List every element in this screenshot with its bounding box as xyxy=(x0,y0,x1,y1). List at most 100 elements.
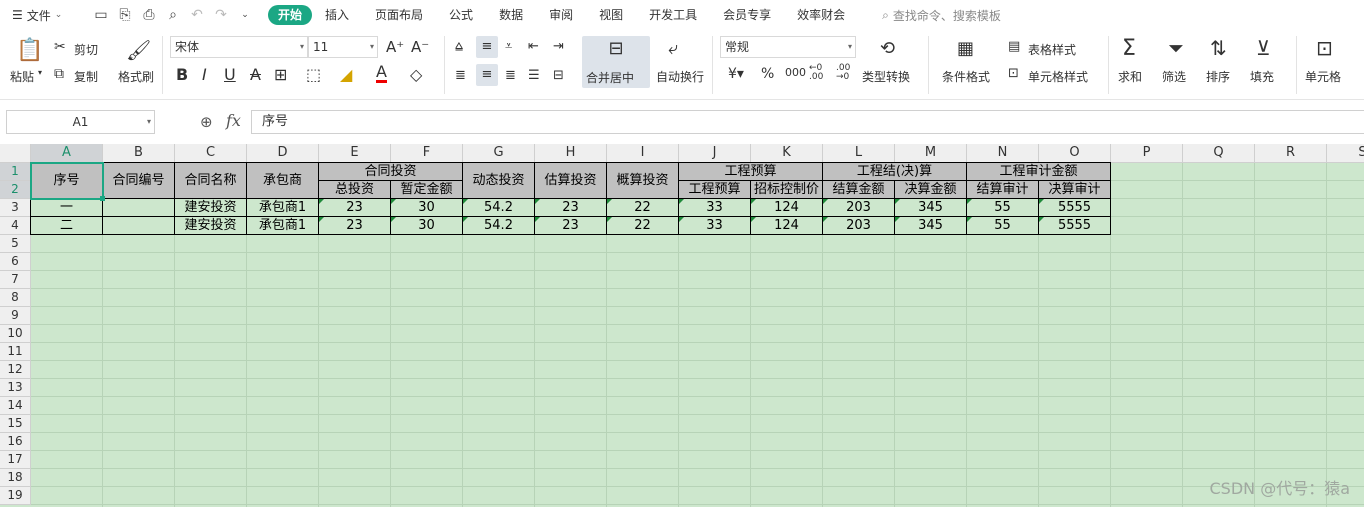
sort-button[interactable]: 排序 xyxy=(1206,68,1230,85)
cell-m4[interactable]: 345 xyxy=(895,217,967,235)
cells-button[interactable]: 单元格 xyxy=(1305,68,1341,85)
cell-i3[interactable]: 22 xyxy=(607,199,679,217)
cell-style-button[interactable]: 单元格样式 xyxy=(1028,68,1088,85)
cell-m2-final-amt-header[interactable]: 决算金额 xyxy=(895,181,967,199)
strikethrough-icon[interactable]: A xyxy=(250,65,261,84)
cell-h1-estimate-header[interactable]: 估算投资 xyxy=(535,163,607,199)
row-header-5[interactable]: 5 xyxy=(0,235,31,253)
bold-icon[interactable]: B xyxy=(176,65,188,84)
cell-b1-contract-no-header[interactable]: 合同编号 xyxy=(103,163,175,199)
cell-j4[interactable]: 33 xyxy=(679,217,751,235)
distributed-icon[interactable]: ⊟ xyxy=(553,68,564,83)
row-header-11[interactable]: 11 xyxy=(0,343,31,361)
cell-c1-contract-name-header[interactable]: 合同名称 xyxy=(175,163,247,199)
undo-icon[interactable]: ↶ xyxy=(188,6,206,24)
print-icon[interactable]: ⎙ xyxy=(140,6,158,24)
column-header-m[interactable]: M xyxy=(895,144,967,163)
file-menu[interactable]: ☰ 文件 ⌄ xyxy=(0,7,84,24)
cell-h4[interactable]: 23 xyxy=(535,217,607,235)
cell-n1-audit-header[interactable]: 工程审计金额 xyxy=(967,163,1111,181)
cell-g1-dynamic-header[interactable]: 动态投资 xyxy=(463,163,535,199)
row-header-12[interactable]: 12 xyxy=(0,361,31,379)
justify-icon[interactable]: ☰ xyxy=(528,68,540,83)
row-header-6[interactable]: 6 xyxy=(0,253,31,271)
italic-icon[interactable]: I xyxy=(202,65,207,84)
cell-o4[interactable]: 5555 xyxy=(1039,217,1111,235)
paste-dropdown-icon[interactable]: ▾ xyxy=(38,68,42,77)
font-size-select[interactable]: 11 ▾ xyxy=(308,36,378,58)
currency-icon[interactable]: ¥▾ xyxy=(728,66,744,82)
row-header-18[interactable]: 18 xyxy=(0,469,31,487)
cell-k4[interactable]: 124 xyxy=(751,217,823,235)
column-header-o[interactable]: O xyxy=(1039,144,1111,163)
zoom-icon[interactable]: ⊕ xyxy=(200,113,213,131)
column-header-r[interactable]: R xyxy=(1255,144,1327,163)
column-header-h[interactable]: H xyxy=(535,144,607,163)
row-header-8[interactable]: 8 xyxy=(0,289,31,307)
save-icon[interactable]: ▭ xyxy=(92,6,110,24)
cell-e4[interactable]: 23 xyxy=(319,217,391,235)
tab-insert[interactable]: 插入 xyxy=(312,5,362,25)
row-header-4[interactable]: 4 xyxy=(0,217,31,235)
cell-e2-total-invest-header[interactable]: 总投资 xyxy=(319,181,391,199)
decimal-decrease-icon[interactable]: .00 →0 xyxy=(836,64,850,82)
border-icon[interactable]: ⊞ xyxy=(274,65,287,84)
fill-color-icon[interactable]: ◢ xyxy=(340,65,352,84)
cell-m3[interactable]: 345 xyxy=(895,199,967,217)
percent-icon[interactable]: % xyxy=(761,66,774,82)
cut-button[interactable]: 剪切 xyxy=(74,41,98,58)
column-header-g[interactable]: G xyxy=(463,144,535,163)
column-header-l[interactable]: L xyxy=(823,144,895,163)
cell-g4[interactable]: 54.2 xyxy=(463,217,535,235)
decimal-increase-icon[interactable]: ←0.00 xyxy=(809,64,823,82)
row-header-15[interactable]: 15 xyxy=(0,415,31,433)
font-increase-icon[interactable]: A⁺ xyxy=(386,38,404,56)
export-icon[interactable]: ⎘ xyxy=(116,6,134,24)
row-header-14[interactable]: 14 xyxy=(0,397,31,415)
column-header-q[interactable]: Q xyxy=(1183,144,1255,163)
tab-data[interactable]: 数据 xyxy=(486,5,536,25)
row-header-1[interactable]: 1 xyxy=(0,163,31,181)
cell-b3[interactable] xyxy=(103,199,175,217)
column-header-i[interactable]: I xyxy=(607,144,679,163)
cell-d4[interactable]: 承包商1 xyxy=(247,217,319,235)
select-all-corner[interactable] xyxy=(0,144,31,163)
indent-decrease-icon[interactable]: ⇤ xyxy=(528,39,539,54)
align-top-icon[interactable]: ⩠ xyxy=(455,39,463,54)
align-left-icon[interactable]: ≣ xyxy=(455,68,466,83)
sum-button[interactable]: 求和 xyxy=(1118,68,1142,85)
cell-g3[interactable]: 54.2 xyxy=(463,199,535,217)
command-search[interactable]: ⌕ 查找命令、搜索模板 xyxy=(882,7,1001,24)
formula-input[interactable]: 序号 xyxy=(251,110,1364,134)
align-bottom-icon[interactable]: ⩡ xyxy=(505,39,512,54)
tab-developer[interactable]: 开发工具 xyxy=(636,5,710,25)
cell-l2-settlement-amt-header[interactable]: 结算金额 xyxy=(823,181,895,199)
cell-n4[interactable]: 55 xyxy=(967,217,1039,235)
column-header-k[interactable]: K xyxy=(751,144,823,163)
cell-c4[interactable]: 建安投资 xyxy=(175,217,247,235)
cell-h3[interactable]: 23 xyxy=(535,199,607,217)
column-header-b[interactable]: B xyxy=(103,144,175,163)
cell-o2-final-audit-header[interactable]: 决算审计 xyxy=(1039,181,1111,199)
tab-review[interactable]: 审阅 xyxy=(536,5,586,25)
column-header-p[interactable]: P xyxy=(1111,144,1183,163)
cell-j1-project-budget-header[interactable]: 工程预算 xyxy=(679,163,823,181)
redo-icon[interactable]: ↷ xyxy=(212,6,230,24)
underline-icon[interactable]: U xyxy=(224,65,236,84)
cell-j2-project-budget-header[interactable]: 工程预算 xyxy=(679,181,751,199)
cell-k2-tender-limit-header[interactable]: 招标控制价 xyxy=(751,181,823,199)
cell-n3[interactable]: 55 xyxy=(967,199,1039,217)
cell-f2-provisional-header[interactable]: 暂定金额 xyxy=(391,181,463,199)
cell-e3[interactable]: 23 xyxy=(319,199,391,217)
cell-d1-contractor-header[interactable]: 承包商 xyxy=(247,163,319,199)
row-header-9[interactable]: 9 xyxy=(0,307,31,325)
cell-d3[interactable]: 承包商1 xyxy=(247,199,319,217)
font-name-select[interactable]: 宋体 ▾ xyxy=(170,36,308,58)
column-header-j[interactable]: J xyxy=(679,144,751,163)
column-header-f[interactable]: F xyxy=(391,144,463,163)
cell-j3[interactable]: 33 xyxy=(679,199,751,217)
row-header-16[interactable]: 16 xyxy=(0,433,31,451)
clear-format-icon[interactable]: ◇ xyxy=(410,65,422,84)
format-painter-button[interactable]: 格式刷 xyxy=(118,68,154,85)
cell-a4[interactable]: 二 xyxy=(31,217,103,235)
